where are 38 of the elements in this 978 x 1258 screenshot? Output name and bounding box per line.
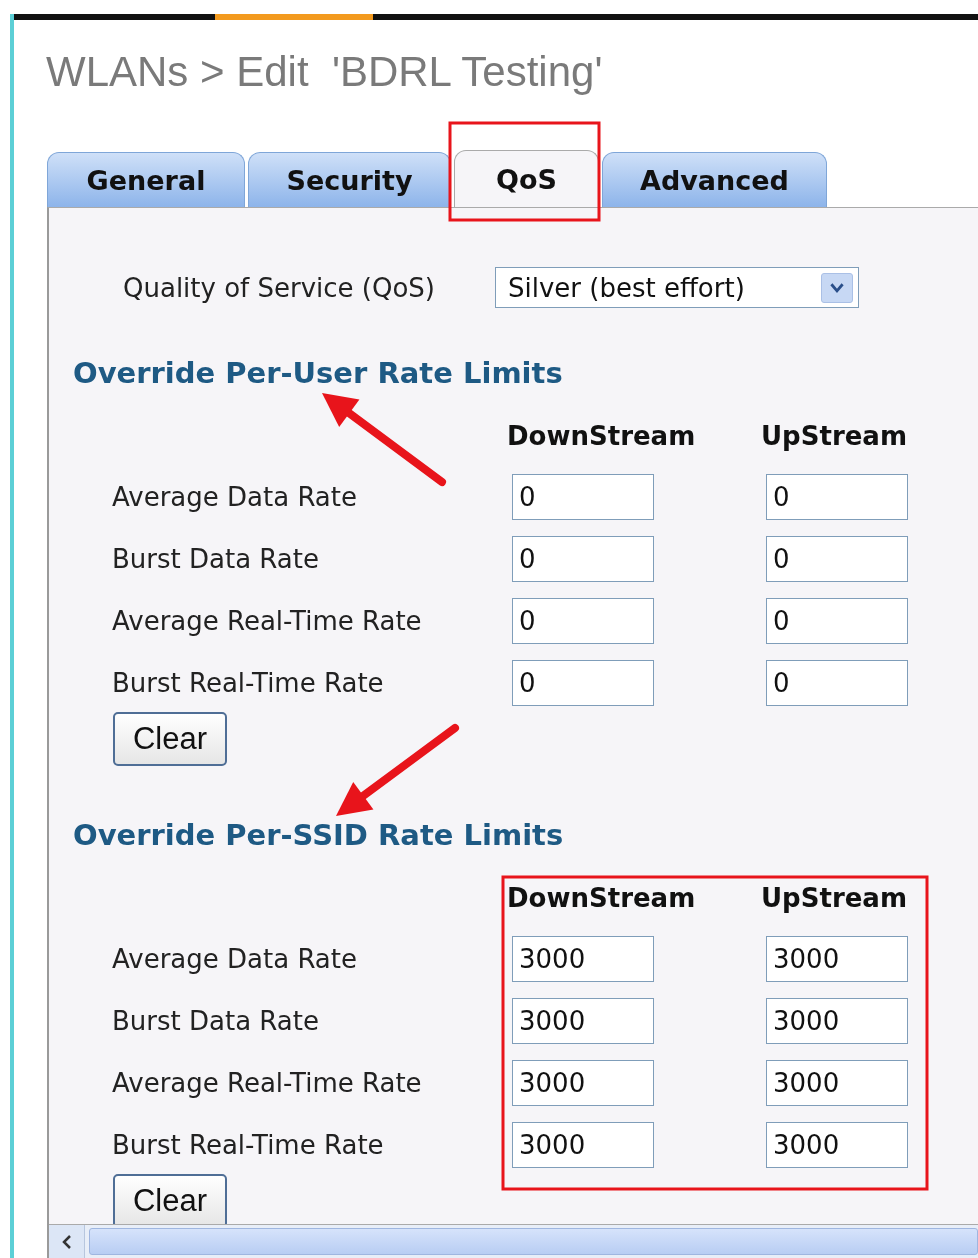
input-field[interactable]: 0 [766, 474, 908, 520]
input-field[interactable]: 0 [766, 536, 908, 582]
input-field[interactable]: 0 [512, 474, 654, 520]
input-field[interactable]: 0 [766, 598, 908, 644]
clear-button[interactable]: Clear [113, 1174, 227, 1224]
tab[interactable]: General [47, 152, 245, 207]
chevron-left-icon[interactable] [60, 1233, 73, 1250]
input-field[interactable]: 3000 [512, 998, 654, 1044]
clear-button[interactable]: Clear [113, 712, 227, 766]
field-label: Burst Data Rate [112, 1005, 319, 1037]
horizontal-scrollbar[interactable] [49, 1224, 978, 1258]
section-heading: Override Per-User Rate Limits [73, 358, 563, 388]
field-label: Average Real-Time Rate [112, 1067, 422, 1099]
qos-select[interactable]: Silver (best effort) [495, 267, 859, 308]
tab[interactable]: Advanced [602, 152, 827, 207]
input-field[interactable]: 0 [766, 660, 908, 706]
input-field[interactable]: 3000 [512, 1060, 654, 1106]
page-title: WLANs > Edit 'BDRL Testing' [46, 48, 603, 96]
input-field[interactable]: 3000 [766, 936, 908, 982]
tab[interactable]: Security [248, 152, 451, 207]
field-label: Burst Real-Time Rate [112, 667, 384, 699]
field-label: Burst Real-Time Rate [112, 1129, 384, 1161]
input-field[interactable]: 3000 [512, 1122, 654, 1168]
field-label: Quality of Service (QoS) [123, 271, 435, 304]
input-field[interactable]: 0 [512, 536, 654, 582]
field-label: Average Real-Time Rate [112, 605, 422, 637]
input-field[interactable]: 0 [512, 660, 654, 706]
section-heading: Override Per-SSID Rate Limits [73, 820, 564, 850]
chevron-down-icon [821, 272, 853, 303]
tab[interactable]: QoS [454, 150, 599, 207]
field-label: Average Data Rate [112, 943, 357, 975]
input-field[interactable]: 3000 [766, 998, 908, 1044]
input-field[interactable]: 0 [512, 598, 654, 644]
input-field[interactable]: 3000 [512, 936, 654, 982]
field-label: Burst Data Rate [112, 543, 319, 575]
input-field[interactable]: 3000 [766, 1122, 908, 1168]
field-label: Average Data Rate [112, 481, 357, 513]
input-field[interactable]: 3000 [766, 1060, 908, 1106]
